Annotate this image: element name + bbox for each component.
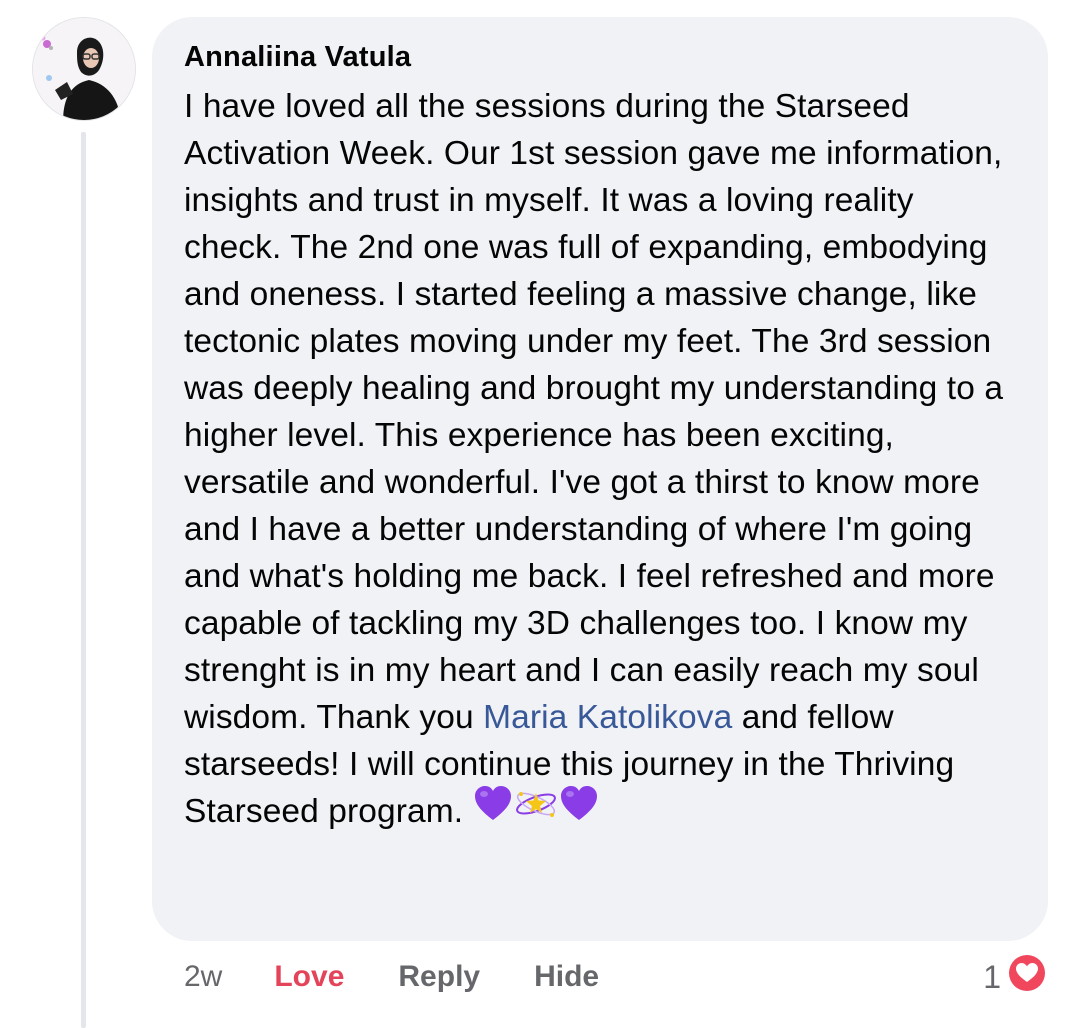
profile-photo-icon	[33, 18, 135, 120]
purple-heart-icon	[473, 785, 513, 836]
timestamp[interactable]: 2w	[184, 960, 222, 994]
comment-text-part: I have loved all the sessions during the…	[184, 88, 1004, 736]
hide-button[interactable]: Hide	[534, 960, 599, 994]
comment-bubble: Annaliina Vatula I have loved all the se…	[152, 17, 1048, 941]
comment-actions: 2w Love Reply Hide	[184, 955, 599, 999]
reaction-summary[interactable]: 1	[983, 951, 1049, 1003]
comment-author[interactable]: Annaliina Vatula	[184, 37, 1018, 77]
avatar[interactable]	[32, 17, 136, 121]
mention-link[interactable]: Maria Katolikova	[483, 699, 732, 736]
reaction-count: 1	[983, 958, 1001, 995]
comment-text: I have loved all the sessions during the…	[184, 83, 1018, 836]
planet-ring-icon	[513, 785, 559, 836]
purple-heart-icon	[559, 785, 599, 836]
love-button[interactable]: Love	[274, 960, 344, 994]
love-reaction-icon	[1005, 951, 1049, 1003]
reply-button[interactable]: Reply	[398, 960, 480, 994]
thread-line	[81, 132, 86, 1028]
